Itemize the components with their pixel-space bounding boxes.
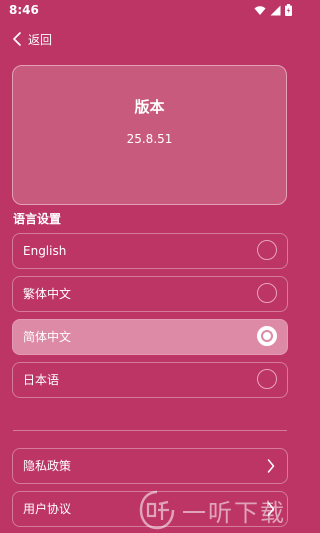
status-icons — [254, 4, 292, 16]
wifi-icon — [254, 5, 266, 15]
radio-checked-icon[interactable] — [257, 326, 277, 346]
status-time: 8:46 — [9, 3, 39, 17]
user-agreement-label: 用户协议 — [23, 502, 72, 516]
language-section-heading: 语言设置 — [13, 212, 62, 226]
watermark: 一听下载 — [138, 488, 298, 532]
radio-unchecked-icon[interactable] — [257, 240, 277, 260]
language-option-label: 繁体中文 — [23, 287, 72, 301]
section-divider — [13, 430, 287, 431]
language-option-simplified-chinese[interactable]: 简体中文 — [12, 319, 288, 355]
signal-icon — [270, 5, 281, 15]
battery-icon — [285, 4, 292, 16]
version-number: 25.8.51 — [126, 132, 173, 146]
privacy-policy-link[interactable]: 隐私政策 — [12, 448, 288, 484]
language-option-label: English — [23, 244, 67, 258]
language-option-label: 日本语 — [23, 373, 60, 387]
language-option-japanese[interactable]: 日本语 — [12, 362, 288, 398]
version-card: 版本 25.8.51 — [12, 65, 287, 205]
back-label: 返回 — [28, 32, 53, 47]
watermark-text: 一听下载 — [182, 498, 286, 527]
chevron-right-icon — [267, 459, 275, 473]
chevron-left-icon — [13, 32, 21, 46]
language-option-label: 简体中文 — [23, 330, 72, 344]
status-bar: 8:46 — [0, 0, 300, 22]
radio-unchecked-icon[interactable] — [257, 283, 277, 303]
watermark-logo-icon — [139, 490, 175, 530]
language-option-traditional-chinese[interactable]: 繁体中文 — [12, 276, 288, 312]
radio-unchecked-icon[interactable] — [257, 369, 277, 389]
privacy-policy-label: 隐私政策 — [23, 459, 72, 473]
back-button[interactable]: 返回 — [12, 29, 52, 49]
language-option-english[interactable]: English — [12, 233, 288, 269]
version-title: 版本 — [134, 98, 165, 116]
